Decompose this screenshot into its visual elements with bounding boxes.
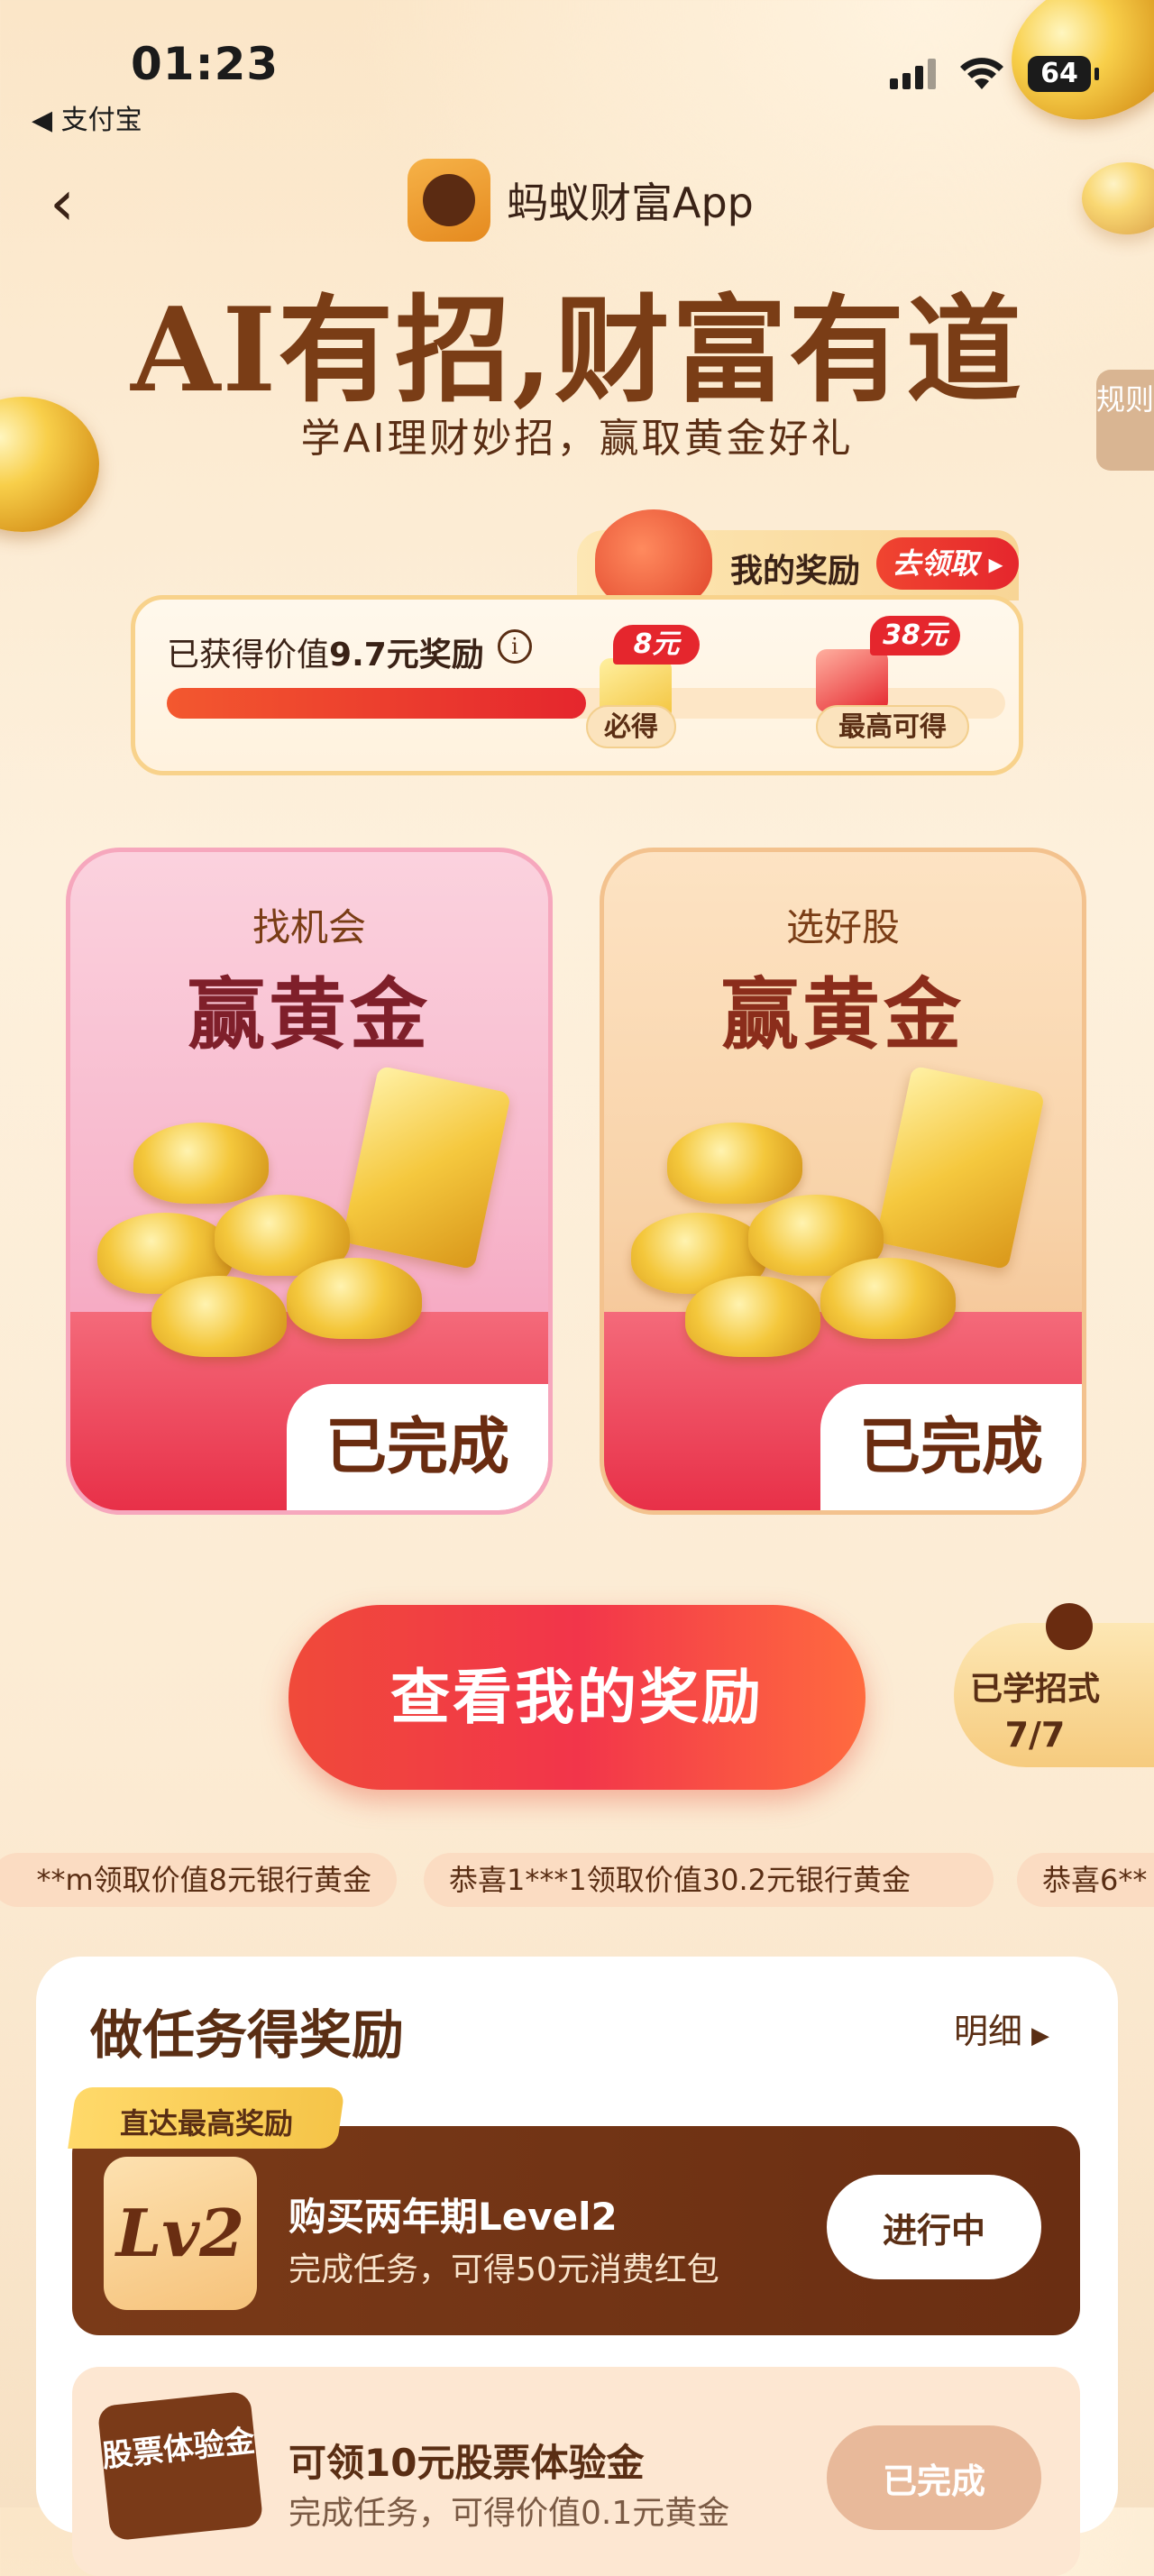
task-name: 购买两年期Level2	[288, 2195, 618, 2239]
view-my-rewards-button[interactable]: 查看我的奖励	[288, 1605, 866, 1790]
details-link[interactable]: 明细 ▶	[954, 2003, 1049, 2053]
wifi-icon	[960, 58, 1003, 89]
learned-label: 已学招式	[969, 1671, 1100, 1708]
ant-mascot-icon	[1046, 1603, 1093, 1650]
card-subtitle: 找机会	[252, 905, 366, 949]
gold-ingots-icon	[97, 1065, 521, 1357]
gold-ingots-icon	[631, 1065, 1055, 1357]
task-completed-button[interactable]: 已完成	[827, 2425, 1041, 2530]
back-to-app-link[interactable]: ◀ 支付宝	[32, 97, 142, 137]
task-in-progress-button[interactable]: 进行中	[827, 2175, 1041, 2279]
earned-prefix: 已获得价值	[167, 637, 330, 674]
stock-trial-fund-icon: 股票体验金	[96, 2390, 264, 2542]
milestone-label: 最高可得	[816, 705, 969, 748]
claim-rewards-button[interactable]: 去领取 ▸	[876, 537, 1019, 590]
top-reward-badge-label: 直达最高奖励	[120, 2106, 294, 2141]
status-icons: 64	[890, 56, 1099, 92]
stock-icon-label: 股票体验金	[100, 2423, 257, 2475]
earned-text: 已获得价值9.7元奖励	[167, 628, 484, 675]
brand-name: 蚂蚁财富App	[507, 179, 754, 227]
task-name: 可领10元股票体验金	[288, 2441, 645, 2485]
brand-header: 蚂蚁财富App	[408, 159, 754, 242]
card-subtitle: 选好股	[785, 905, 900, 949]
card-title: 赢黄金	[721, 969, 965, 1060]
chevron-left-icon[interactable]: ‹	[50, 171, 95, 239]
hero-subtitle: 学AI理财妙招，赢取黄金好礼	[300, 416, 854, 462]
triangle-right-icon: ▶	[1031, 2022, 1050, 2049]
opportunity-gold-card[interactable]: 找机会 赢黄金 已完成	[66, 848, 553, 1515]
battery-icon: 64	[1028, 56, 1099, 92]
rewards-tab-label: 我的奖励	[730, 553, 861, 590]
winner-ticker-item: 恭喜6**	[1017, 1853, 1154, 1907]
red-gift-icon	[816, 649, 888, 712]
level2-icon: Lv2	[104, 2157, 257, 2310]
card-status-badge: 已完成	[287, 1384, 548, 1510]
signal-icon	[890, 59, 936, 89]
info-icon[interactable]: i	[498, 629, 532, 664]
ant-wealth-logo-icon	[408, 159, 490, 242]
earned-value: 9.7元奖励	[329, 637, 484, 674]
task-description: 完成任务，可得价值0.1元黄金	[288, 2495, 730, 2532]
status-time: 01:23	[131, 38, 279, 90]
rules-button[interactable]: 规则	[1096, 370, 1154, 471]
card-title: 赢黄金	[188, 969, 431, 1060]
task-description: 完成任务，可得50元消费红包	[288, 2251, 719, 2288]
details-label: 明细	[954, 2012, 1023, 2051]
card-status-badge: 已完成	[820, 1384, 1082, 1510]
milestone-tag: 38元	[870, 616, 960, 655]
winner-ticker-item: **m领取价值8元银行黄金	[0, 1853, 397, 1907]
milestone-label: 必得	[586, 705, 676, 748]
lucky-bag-icon	[595, 509, 712, 609]
rules-label: 规则	[1096, 382, 1154, 417]
stock-gold-card[interactable]: 选好股 赢黄金 已完成	[600, 848, 1086, 1515]
learned-count: 7/7	[1004, 1715, 1066, 1755]
tasks-title: 做任务得奖励	[90, 2004, 405, 2066]
winner-ticker-item: 恭喜1***1领取价值30.2元银行黄金	[424, 1853, 994, 1907]
hero-title: AI有招,财富有道	[131, 283, 1023, 418]
rewards-progress-fill	[167, 688, 586, 719]
gold-coin-decoration	[1082, 162, 1154, 234]
milestone-tag: 8元	[613, 625, 700, 665]
